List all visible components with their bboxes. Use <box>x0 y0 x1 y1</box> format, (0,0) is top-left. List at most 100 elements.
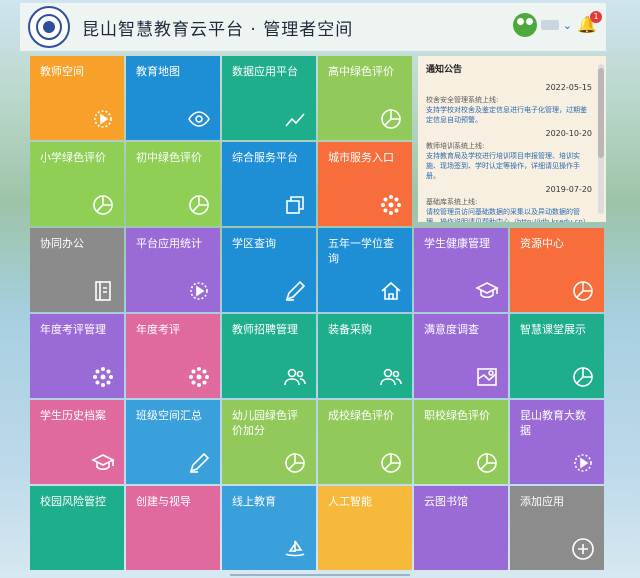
user-avatar[interactable] <box>512 13 537 37</box>
app-tile-label: 高中绿色评价 <box>328 65 394 78</box>
app-tile[interactable]: 装备采购 <box>318 314 412 398</box>
pie-chart-icon <box>379 107 403 131</box>
notice-title: 教师培训系统上线: <box>426 142 485 150</box>
notice-body[interactable]: 支持学校对校舍及鉴定信息进行电子化管理，过期鉴定信息自动预警。 <box>426 105 592 125</box>
notice-body[interactable]: 请校管理员访问基础数据的采集以及异动数据的管理，操作说明请见帮助中心（http:… <box>426 207 592 222</box>
dots-circle-icon <box>187 365 211 389</box>
app-tile[interactable]: 年度考评 <box>126 314 220 398</box>
app-tile[interactable]: 智慧课堂展示 <box>510 314 604 398</box>
header-bar: 昆山智慧教育云平台 · 管理者空间 ⌄ 🔔 1 <box>20 3 606 51</box>
app-tile[interactable]: 职校绿色评价 <box>414 400 508 484</box>
app-tile[interactable]: 线上教育 <box>222 486 316 570</box>
app-tile-label: 人工智能 <box>328 495 372 508</box>
notice-item[interactable]: 2020-10-20 教师培训系统上线: 支持教育局及学校进行培训项目申报管理、… <box>426 129 592 181</box>
app-tile[interactable]: 班级空间汇总 <box>126 400 220 484</box>
app-tile[interactable]: 综合服务平台 <box>222 142 316 226</box>
app-tile[interactable]: 学生历史档案 <box>30 400 124 484</box>
platform-logo[interactable] <box>28 6 70 48</box>
app-tile-label: 云图书馆 <box>424 495 468 508</box>
eye-icon <box>187 107 211 131</box>
app-tile-label: 协同办公 <box>40 237 84 250</box>
app-tile-label: 职校绿色评价 <box>424 409 490 422</box>
app-tile[interactable]: 创建与视导 <box>126 486 220 570</box>
app-tile-label: 小学绿色评价 <box>40 151 106 164</box>
app-tile[interactable]: 初中绿色评价 <box>126 142 220 226</box>
chevron-down-icon[interactable]: ⌄ <box>563 19 572 32</box>
app-tile-label: 平台应用统计 <box>136 237 202 250</box>
notice-date: 2022-05-15 <box>545 83 593 92</box>
app-tile[interactable]: 教师空间 <box>30 56 124 140</box>
app-tile[interactable]: 添加应用 <box>510 486 604 570</box>
pie-chart-icon <box>571 365 595 389</box>
app-tile[interactable]: 昆山教育大数据 <box>510 400 604 484</box>
notice-date: 2019-07-20 <box>545 185 593 194</box>
app-tile-label: 年度考评 <box>136 323 180 336</box>
app-tile[interactable]: 校园风险管控 <box>30 486 124 570</box>
app-tile[interactable]: 小学绿色评价 <box>30 142 124 226</box>
people-icon <box>379 365 403 389</box>
notice-heading: 通知公告 <box>426 65 463 75</box>
notice-item[interactable]: 2022-05-15 校舍安全管理系统上线: 支持学校对校舍及鉴定信息进行电子化… <box>426 83 592 125</box>
app-tile-label: 教师空间 <box>40 65 84 78</box>
app-tile[interactable]: 学生健康管理 <box>414 228 508 312</box>
app-tile[interactable]: 教师招聘管理 <box>222 314 316 398</box>
window-icon <box>283 193 307 217</box>
app-tile[interactable]: 成校绿色评价 <box>318 400 412 484</box>
app-tile[interactable]: 资源中心 <box>510 228 604 312</box>
page-title: 昆山智慧教育云平台 · 管理者空间 <box>82 19 354 40</box>
app-tile-label: 满意度调查 <box>424 323 479 336</box>
app-tile[interactable]: 五年一学位查询 <box>318 228 412 312</box>
app-tile-label: 昆山教育大数据 <box>520 409 586 437</box>
pie-chart-icon <box>187 193 211 217</box>
app-tile-label: 初中绿色评价 <box>136 151 202 164</box>
notice-body[interactable]: 支持教育局及学校进行培训项目申报管理、培训实施、现场签到、学时认定等操作，详细请… <box>426 151 592 181</box>
app-tile-label: 校园风险管控 <box>40 495 106 508</box>
boat-icon <box>283 537 307 561</box>
graduation-cap-icon <box>91 451 115 475</box>
app-tile[interactable]: 学区查询 <box>222 228 316 312</box>
dots-circle-icon <box>91 365 115 389</box>
notice-scrollbar[interactable] <box>598 64 604 214</box>
app-tile[interactable]: 高中绿色评价 <box>318 56 412 140</box>
dots-circle-icon <box>379 193 403 217</box>
app-tile-label: 数据应用平台 <box>232 65 298 78</box>
app-tile-label: 城市服务入口 <box>328 151 394 164</box>
house-icon <box>379 279 403 303</box>
app-tile-label: 线上教育 <box>232 495 276 508</box>
notice-panel: 通知公告 2022-05-15 校舍安全管理系统上线: 支持学校对校舍及鉴定信息… <box>418 56 606 222</box>
app-tile-label: 年度考评管理 <box>40 323 106 336</box>
app-tile[interactable]: 幼儿园绿色评价加分 <box>222 400 316 484</box>
app-tile-label: 智慧课堂展示 <box>520 323 586 336</box>
notification-badge: 1 <box>590 11 602 23</box>
app-tile[interactable]: 平台应用统计 <box>126 228 220 312</box>
notice-item[interactable]: 2019-07-20 基础库系统上线: 请校管理员访问基础数据的采集以及异动数据… <box>426 185 592 222</box>
play-gear-icon <box>91 107 115 131</box>
app-tile-label: 装备采购 <box>328 323 372 336</box>
app-tile-label: 教师招聘管理 <box>232 323 298 336</box>
notice-date: 2020-10-20 <box>545 129 593 138</box>
footer-divider <box>230 574 410 576</box>
app-tile-label: 创建与视导 <box>136 495 191 508</box>
pie-chart-icon <box>379 451 403 475</box>
app-tile-label: 教育地图 <box>136 65 180 78</box>
app-tile[interactable]: 满意度调查 <box>414 314 508 398</box>
app-tile-label: 幼儿园绿色评价加分 <box>232 409 298 437</box>
app-tile-label: 资源中心 <box>520 237 564 250</box>
app-tile[interactable]: 数据应用平台 <box>222 56 316 140</box>
play-gear-icon <box>187 279 211 303</box>
pie-chart-icon <box>571 279 595 303</box>
pie-chart-icon <box>283 451 307 475</box>
app-tile[interactable]: 人工智能 <box>318 486 412 570</box>
app-tile[interactable]: 年度考评管理 <box>30 314 124 398</box>
app-tile[interactable]: 城市服务入口 <box>318 142 412 226</box>
app-tile[interactable]: 教育地图 <box>126 56 220 140</box>
app-tile[interactable]: 云图书馆 <box>414 486 508 570</box>
bell-icon[interactable]: 🔔 1 <box>576 11 602 36</box>
app-tile-label: 学生历史档案 <box>40 409 106 422</box>
pencil-icon <box>283 279 307 303</box>
people-icon <box>283 365 307 389</box>
user-name[interactable] <box>540 20 559 30</box>
app-tile[interactable]: 协同办公 <box>30 228 124 312</box>
app-tile-label: 五年一学位查询 <box>328 237 394 265</box>
app-tile-label: 添加应用 <box>520 495 564 508</box>
